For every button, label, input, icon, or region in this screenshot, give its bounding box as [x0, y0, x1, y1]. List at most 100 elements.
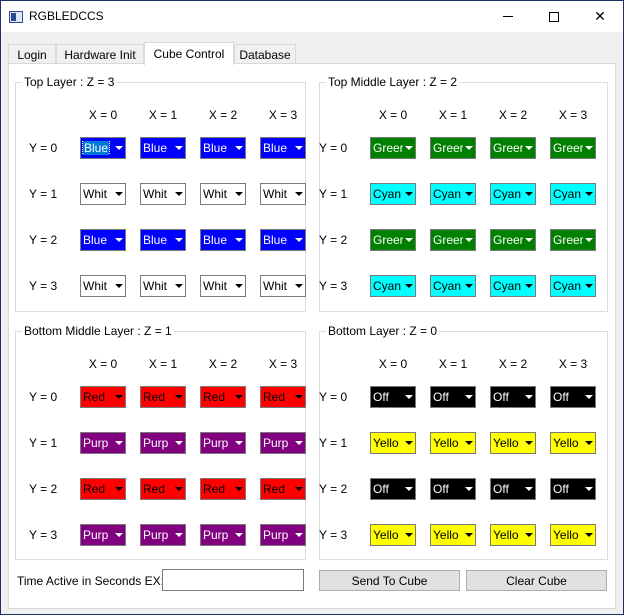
- color-select-x2-y0[interactable]: Red: [200, 386, 246, 408]
- color-select-x0-y0[interactable]: Greer: [370, 137, 416, 159]
- y-label: Y = 1: [29, 187, 58, 201]
- color-select-text: Blue: [83, 233, 108, 247]
- color-select-x1-y2[interactable]: Blue: [140, 229, 186, 251]
- maximize-icon: [549, 11, 559, 22]
- color-select-x0-y2[interactable]: Greer: [370, 229, 416, 251]
- color-select-x0-y0[interactable]: Blue: [80, 137, 126, 159]
- color-select-x1-y2[interactable]: Off: [430, 478, 476, 500]
- color-select-x0-y1[interactable]: Whit: [80, 183, 126, 205]
- color-select-x3-y3[interactable]: Cyan: [550, 275, 596, 297]
- tab-login[interactable]: Login: [8, 44, 56, 64]
- color-select-x2-y1[interactable]: Purp: [200, 432, 246, 454]
- color-select-x0-y1[interactable]: Cyan: [370, 183, 416, 205]
- color-select-x1-y1[interactable]: Cyan: [430, 183, 476, 205]
- color-select-x3-y2[interactable]: Red: [260, 478, 306, 500]
- color-select-value: Whit: [141, 187, 173, 201]
- color-select-value: Greer: [371, 233, 403, 247]
- x-header: X = 2: [208, 357, 238, 371]
- color-select-x3-y1[interactable]: Cyan: [550, 183, 596, 205]
- color-select-x3-y1[interactable]: Whit: [260, 183, 306, 205]
- chevron-down-icon: [173, 184, 185, 204]
- color-select-x0-y0[interactable]: Off: [370, 386, 416, 408]
- clear-cube-button[interactable]: Clear Cube: [466, 570, 607, 591]
- color-select-x0-y3[interactable]: Yello: [370, 524, 416, 546]
- color-select-x0-y3[interactable]: Whit: [80, 275, 126, 297]
- color-select-x2-y0[interactable]: Blue: [200, 137, 246, 159]
- color-select-x3-y0[interactable]: Greer: [550, 137, 596, 159]
- color-select-x2-y1[interactable]: Yello: [490, 432, 536, 454]
- color-select-x1-y3[interactable]: Purp: [140, 524, 186, 546]
- color-select-x3-y3[interactable]: Yello: [550, 524, 596, 546]
- maximize-button[interactable]: [531, 1, 577, 32]
- color-select-text: Off: [373, 390, 389, 404]
- color-select-x1-y0[interactable]: Greer: [430, 137, 476, 159]
- color-select-x0-y1[interactable]: Purp: [80, 432, 126, 454]
- color-select-x2-y0[interactable]: Greer: [490, 137, 536, 159]
- color-select-x3-y0[interactable]: Red: [260, 386, 306, 408]
- color-select-x0-y2[interactable]: Off: [370, 478, 416, 500]
- color-select-x1-y3[interactable]: Yello: [430, 524, 476, 546]
- y-label: Y = 1: [319, 436, 348, 450]
- color-select-x2-y2[interactable]: Blue: [200, 229, 246, 251]
- color-select-x0-y3[interactable]: Purp: [80, 524, 126, 546]
- color-select-x2-y2[interactable]: Greer: [490, 229, 536, 251]
- chevron-down-icon: [233, 387, 245, 407]
- color-select-x1-y1[interactable]: Yello: [430, 432, 476, 454]
- color-select-x3-y1[interactable]: Yello: [550, 432, 596, 454]
- color-select-x1-y2[interactable]: Red: [140, 478, 186, 500]
- color-select-x1-y0[interactable]: Blue: [140, 137, 186, 159]
- y-label: Y = 2: [319, 482, 348, 496]
- color-select-x3-y0[interactable]: Off: [550, 386, 596, 408]
- color-select-value: Purp: [141, 528, 173, 542]
- tab-database[interactable]: Database: [234, 44, 296, 64]
- color-select-x0-y1[interactable]: Yello: [370, 432, 416, 454]
- color-select-x3-y3[interactable]: Purp: [260, 524, 306, 546]
- color-select-x1-y1[interactable]: Whit: [140, 183, 186, 205]
- color-select-value: Blue: [81, 233, 113, 247]
- color-select-text: Cyan: [373, 279, 402, 293]
- color-select-value: Off: [551, 390, 583, 404]
- color-select-x2-y2[interactable]: Off: [490, 478, 536, 500]
- y-label: Y = 3: [319, 279, 348, 293]
- color-select-x1-y0[interactable]: Off: [430, 386, 476, 408]
- time-active-input[interactable]: [162, 569, 304, 591]
- close-icon: ✕: [594, 8, 606, 24]
- color-select-x1-y2[interactable]: Greer: [430, 229, 476, 251]
- color-select-x1-y3[interactable]: Whit: [140, 275, 186, 297]
- color-select-text: Yello: [433, 528, 459, 542]
- color-select-x2-y2[interactable]: Red: [200, 478, 246, 500]
- color-select-x3-y2[interactable]: Greer: [550, 229, 596, 251]
- color-select-x3-y1[interactable]: Purp: [260, 432, 306, 454]
- color-select-x2-y1[interactable]: Cyan: [490, 183, 536, 205]
- y-label: Y = 0: [319, 390, 348, 404]
- tab-cube-control[interactable]: Cube Control: [144, 42, 234, 65]
- color-select-x0-y3[interactable]: Cyan: [370, 275, 416, 297]
- color-select-value: Red: [261, 390, 293, 404]
- close-button[interactable]: ✕: [577, 1, 623, 32]
- color-select-x1-y1[interactable]: Purp: [140, 432, 186, 454]
- color-select-value: Cyan: [431, 187, 463, 201]
- layer-group-top-layer-z-3: Top Layer : Z = 3 X = 0 X = 1 X = 2 X = 3 Y =…: [15, 75, 306, 312]
- color-select-x0-y0[interactable]: Red: [80, 386, 126, 408]
- chevron-down-icon: [583, 230, 595, 250]
- color-select-x2-y3[interactable]: Cyan: [490, 275, 536, 297]
- color-select-x2-y3[interactable]: Purp: [200, 524, 246, 546]
- color-select-x0-y2[interactable]: Blue: [80, 229, 126, 251]
- send-to-cube-button[interactable]: Send To Cube: [319, 570, 460, 591]
- color-select-text: Red: [203, 482, 226, 496]
- color-select-x2-y0[interactable]: Off: [490, 386, 536, 408]
- color-select-x2-y3[interactable]: Yello: [490, 524, 536, 546]
- color-select-x3-y2[interactable]: Blue: [260, 229, 306, 251]
- color-select-text: Purp: [83, 528, 109, 542]
- color-select-x1-y0[interactable]: Red: [140, 386, 186, 408]
- color-select-x3-y2[interactable]: Off: [550, 478, 596, 500]
- color-select-x2-y3[interactable]: Whit: [200, 275, 246, 297]
- tab-hardware-init[interactable]: Hardware Init: [56, 44, 144, 64]
- color-select-x1-y3[interactable]: Cyan: [430, 275, 476, 297]
- minimize-button[interactable]: [485, 1, 531, 32]
- chevron-down-icon: [233, 184, 245, 204]
- color-select-x3-y0[interactable]: Blue: [260, 137, 306, 159]
- color-select-x0-y2[interactable]: Red: [80, 478, 126, 500]
- color-select-x3-y3[interactable]: Whit: [260, 275, 306, 297]
- color-select-x2-y1[interactable]: Whit: [200, 183, 246, 205]
